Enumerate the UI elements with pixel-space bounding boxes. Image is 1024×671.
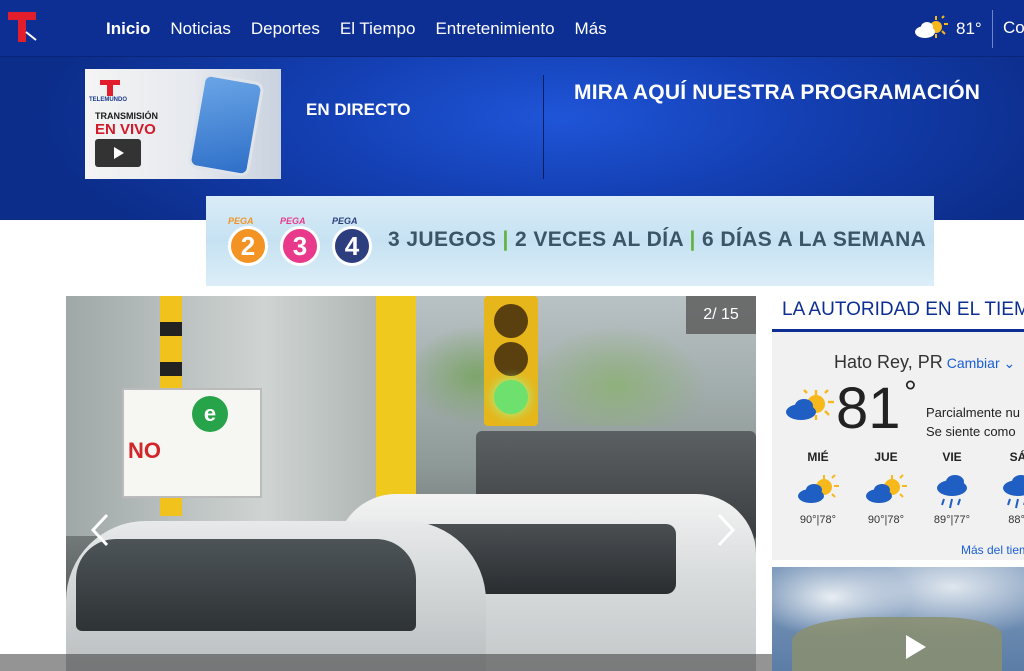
top-nav: Inicio Noticias Deportes El Tiempo Entre… [0,0,1024,57]
ad-text-times: 2 VECES AL DÍA [515,228,684,251]
forecast-day-name: SÁ [1009,450,1024,464]
forecast-day[interactable]: JUE 90°|78° [856,450,916,526]
ad-separator: | [689,228,696,251]
pega-ball: 4 [332,226,372,266]
current-temp: 81 [836,376,901,441]
play-button[interactable] [95,139,141,167]
pega-tag: PEGA [332,216,358,226]
ad-separator: | [502,228,509,251]
nav-weather-temp: 81° [956,19,982,38]
weather-title-text: LA AUTORIDAD EN EL TIEMPO [782,299,1024,320]
nav-divider [992,10,993,48]
forecast-hilo: 89°|77° [933,514,971,526]
map-island [792,617,1002,671]
slide-car [66,521,486,671]
partly-cloudy-icon [866,474,907,503]
rain-icon [1003,475,1024,509]
chevron-left-icon [90,513,109,547]
ad-text-days: 6 DÍAS A LA SEMANA [702,228,927,251]
more-weather-link[interactable]: Más del tiem [961,543,1024,557]
telemundo-logo[interactable] [6,10,38,44]
forecast-day[interactable]: MIÉ 90°|78° [788,450,848,526]
partly-cloudy-icon [798,474,839,503]
weather-map-video[interactable] [772,567,1024,671]
weather-widget: Hato Rey, PR Cambiar ⌄ 81 ° Parcialmente … [772,332,1024,560]
forecast-hilo: 90°|78° [799,514,837,526]
rain-icon [937,475,967,509]
location-name: Hato Rey, PR [834,352,943,372]
nav-item-entretenimiento[interactable]: Entretenimiento [435,19,554,39]
forecast-day-name: MIÉ [807,450,829,464]
pega-4-logo: PEGA 4 [332,216,374,266]
live-promo-thumbnail[interactable]: TELEMUNDO TRANSMISIÓN EN VIVO [85,69,281,179]
ad-text-games: 3 JUEGOS [388,228,497,251]
slide-sign-logo: e [192,396,228,432]
forecast-day-name: JUE [874,450,898,464]
nav-item-el-tiempo[interactable]: El Tiempo [340,19,416,39]
phone-graphic [187,72,265,178]
promo-line1: TRANSMISIÓN [95,111,158,121]
slideshow-prev-button[interactable] [88,510,112,550]
conditions-text: Parcialmente nu [926,405,1020,420]
feels-like-text: Se siente como [926,424,1016,439]
forecast-hilo: 90°|78° [867,514,905,526]
promo-brand: TELEMUNDO [89,97,127,103]
play-icon [114,147,124,159]
slideshow-next-button[interactable] [714,510,738,550]
pega-3-logo: PEGA 3 [280,216,322,266]
nav-weather-widget[interactable]: 81° [914,14,982,44]
chevron-right-icon [717,513,736,547]
hero-divider [543,75,544,179]
pega-tag: PEGA [280,216,306,226]
partly-cloudy-icon [915,15,948,38]
slide-sign-text: NO [128,438,161,463]
pega-tag: PEGA [228,216,254,226]
live-label[interactable]: EN DIRECTO [306,100,411,120]
weather-location: Hato Rey, PR Cambiar ⌄ [834,352,1015,373]
forecast-day[interactable]: SÁ 88°| [988,450,1024,526]
photo-slideshow[interactable]: e NO [66,296,756,671]
telemundo-logo [100,80,120,96]
forecast-day[interactable]: VIE 89°|77° [922,450,982,526]
slide-sign: e NO [122,388,262,498]
nav-item-inicio[interactable]: Inicio [106,19,150,39]
change-location-link[interactable]: Cambiar ⌄ [947,355,1016,371]
forecast-hilo: 88°| [1008,514,1024,526]
nav-item-noticias[interactable]: Noticias [170,19,230,39]
pega-ball: 2 [228,226,268,266]
main-nav: Inicio Noticias Deportes El Tiempo Entre… [96,0,617,57]
partly-cloudy-icon [786,389,834,420]
forecast-day-name: VIE [942,450,962,464]
pega-2-logo: PEGA 2 [228,216,270,266]
slide-counter: 2/ 15 [686,296,756,334]
current-conditions: Parcialmente nu Se siente como [926,403,1020,441]
nav-item-deportes[interactable]: Deportes [251,19,320,39]
pega-ad-banner[interactable]: PEGA 2 PEGA 3 PEGA 4 3 JUEGOS | 2 VECES … [206,196,934,286]
slide-traffic-light [484,296,538,426]
promo-line2: EN VIVO [95,121,156,138]
nav-item-mas[interactable]: Más [575,19,607,39]
play-icon[interactable] [900,632,930,662]
pega-ball: 3 [280,226,320,266]
schedule-link[interactable]: MIRA AQUÍ NUESTRA PROGRAMACIÓN [574,81,980,105]
nav-truncated-item[interactable]: Co [1003,18,1024,38]
ad-tagline: 3 JUEGOS | 2 VECES AL DÍA | 6 DÍAS A LA … [388,228,926,252]
current-temp-degree: ° [904,374,917,410]
weather-section-title: LA AUTORIDAD EN EL TIEMPO [772,296,1024,332]
